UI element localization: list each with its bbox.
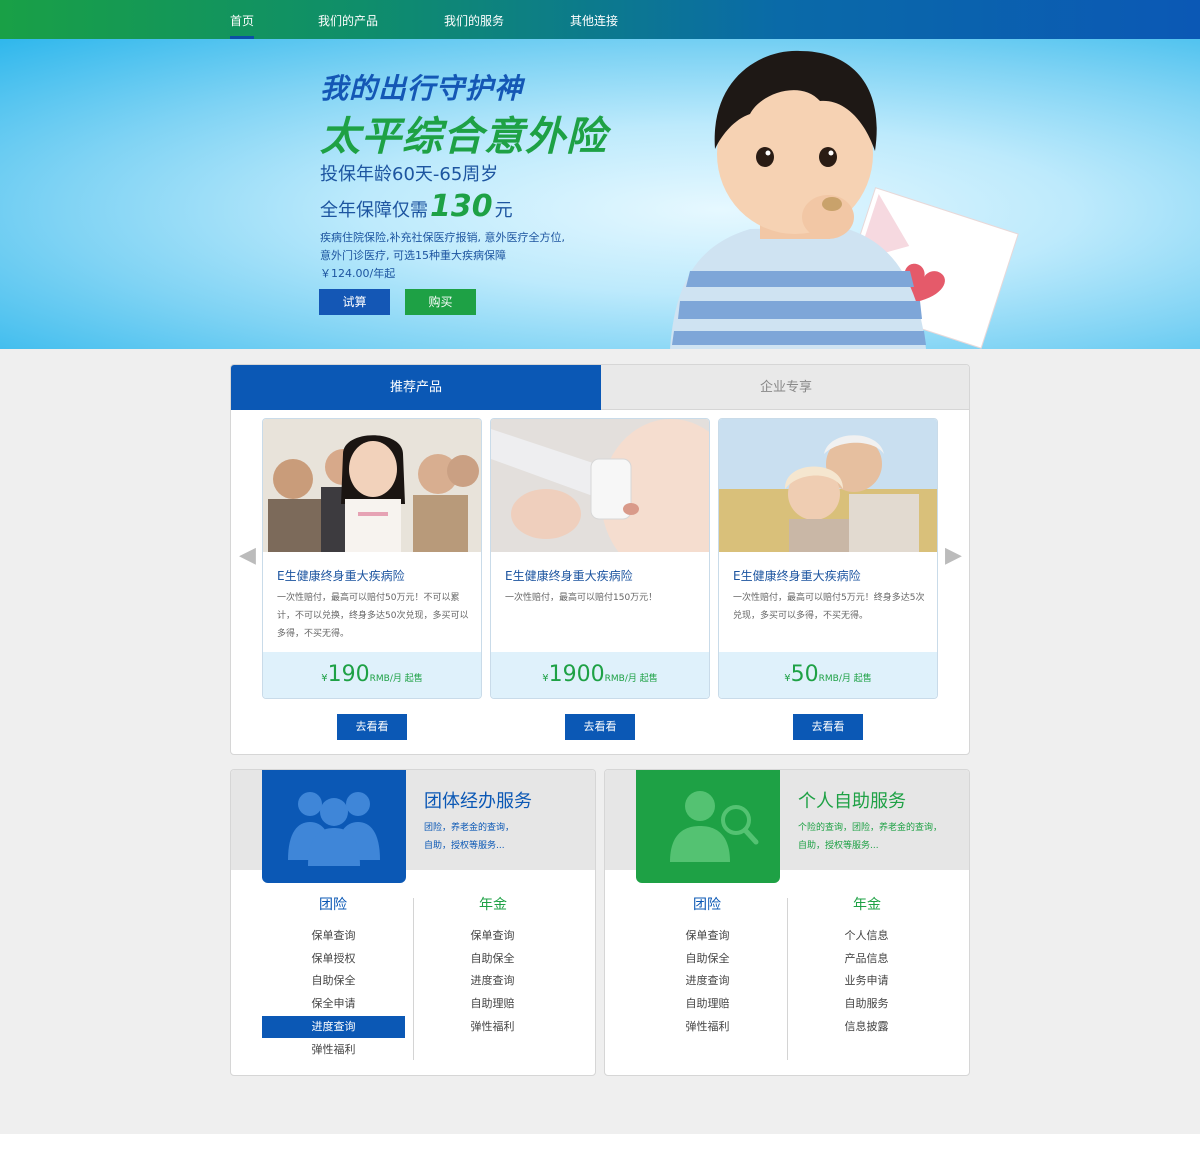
banner-start-price: ￥124.00/年起 bbox=[320, 267, 396, 280]
elderly-couple-photo bbox=[719, 419, 937, 552]
card-description: 一次性赔付，最高可以赔付150万元！ bbox=[505, 593, 658, 603]
tab-enterprise[interactable]: 企业专享 bbox=[601, 365, 969, 410]
link-product-info[interactable]: 产品信息 bbox=[795, 948, 938, 970]
nav-services[interactable]: 我们的服务 bbox=[444, 0, 504, 39]
hero-banner: 我的出行守护神 太平综合意外险 投保年龄60天-65周岁 全年保障仅需130 元 … bbox=[0, 39, 1200, 349]
buy-button[interactable]: 购买 bbox=[405, 289, 476, 315]
service-sub-line: 自助，授权等服务... bbox=[424, 841, 505, 851]
service-sub-line: 个险的查询，团险，养老金的查询， bbox=[798, 823, 943, 833]
group-service-tile[interactable] bbox=[262, 770, 406, 883]
price-unit: RMB/月 起售 bbox=[604, 674, 658, 684]
price-prefix: 全年保障仅需 bbox=[320, 200, 428, 221]
link-self-preservation[interactable]: 自助保全 bbox=[636, 948, 779, 970]
link-self-preservation[interactable]: 自助保全 bbox=[421, 948, 564, 970]
service-subtitle: 个险的查询，团险，养老金的查询， 自助，授权等服务... bbox=[798, 819, 963, 855]
service-subtitle: 团险，养老金的查询， 自助，授权等服务... bbox=[424, 819, 584, 855]
price-value: 1900 bbox=[548, 662, 605, 687]
view-product-button[interactable]: 去看看 bbox=[565, 714, 635, 740]
card-title: E生健康终身重大疾病险 bbox=[733, 569, 861, 583]
service-title: 个人自助服务 bbox=[798, 791, 906, 812]
carousel-prev-icon[interactable]: ◀ bbox=[239, 543, 256, 568]
group-service-box: 团体经办服务 团险，养老金的查询， 自助，授权等服务... 团险 年金 保单查询… bbox=[230, 769, 596, 1076]
nav-home[interactable]: 首页 bbox=[230, 0, 255, 39]
link-self-preservation[interactable]: 自助保全 bbox=[262, 970, 405, 992]
view-product-button[interactable]: 去看看 bbox=[337, 714, 407, 740]
product-card[interactable]: E生健康终身重大疾病险 一次性赔付，最高可以赔付5万元！终身多达5次兑现，多买可… bbox=[718, 418, 938, 699]
card-price: ¥1900RMB/月 起售 bbox=[491, 652, 709, 698]
group-people-icon bbox=[288, 792, 380, 866]
banner-desc-line: 意外门诊医疗, 可选15种重大疾病保障 bbox=[320, 249, 506, 262]
card-price: ¥50RMB/月 起售 bbox=[719, 652, 937, 698]
family-photo bbox=[263, 419, 481, 552]
link-flexible-benefits[interactable]: 弹性福利 bbox=[421, 1016, 564, 1038]
price-value: 190 bbox=[327, 662, 370, 687]
nav-other-links[interactable]: 其他连接 bbox=[570, 0, 618, 39]
banner-product-title: 太平综合意外险 bbox=[320, 114, 607, 160]
column-divider bbox=[413, 898, 414, 1060]
card-description: 一次性赔付，最高可以赔付5万元！终身多达5次兑现，多买可以多得，不买无得。 bbox=[733, 593, 925, 621]
price-unit: RMB/月 起售 bbox=[369, 674, 423, 684]
link-flexible-benefits[interactable]: 弹性福利 bbox=[262, 1039, 405, 1061]
link-policy-query[interactable]: 保单查询 bbox=[262, 925, 405, 947]
service-sub-line: 自助，授权等服务... bbox=[798, 841, 879, 851]
banner-price-line: 全年保障仅需130 元 bbox=[320, 189, 513, 224]
service-sub-line: 团险，养老金的查询， bbox=[424, 823, 515, 833]
price-suffix: 元 bbox=[494, 200, 513, 221]
price-value: 50 bbox=[790, 662, 819, 687]
banner-age-range: 投保年龄60天-65周岁 bbox=[320, 164, 499, 185]
card-title: E生健康终身重大疾病险 bbox=[277, 569, 405, 583]
link-preservation-apply[interactable]: 保全申请 bbox=[262, 993, 405, 1015]
footer-strip bbox=[0, 1134, 1200, 1171]
link-policy-authorize[interactable]: 保单授权 bbox=[262, 948, 405, 970]
personal-service-box: 个人自助服务 个险的查询，团险，养老金的查询， 自助，授权等服务... 团险 年… bbox=[604, 769, 970, 1076]
column-title-group-insurance: 团险 bbox=[693, 897, 721, 913]
banner-price: 130 bbox=[430, 189, 493, 224]
nav-products[interactable]: 我们的产品 bbox=[318, 0, 378, 39]
view-product-button[interactable]: 去看看 bbox=[793, 714, 863, 740]
card-price: ¥190RMB/月 起售 bbox=[263, 652, 481, 698]
link-self-service[interactable]: 自助服务 bbox=[795, 993, 938, 1015]
column-divider bbox=[787, 898, 788, 1060]
link-self-claim[interactable]: 自助理赔 bbox=[636, 993, 779, 1015]
link-progress-query[interactable]: 进度查询 bbox=[421, 970, 564, 992]
link-policy-query[interactable]: 保单查询 bbox=[421, 925, 564, 947]
link-info-disclosure[interactable]: 信息披露 bbox=[795, 1016, 938, 1038]
top-nav: 首页 我们的产品 我们的服务 其他连接 bbox=[0, 0, 1200, 39]
calculate-button[interactable]: 试算 bbox=[319, 289, 390, 315]
link-self-claim[interactable]: 自助理赔 bbox=[421, 993, 564, 1015]
carousel-next-icon[interactable]: ▶ bbox=[945, 543, 962, 568]
person-search-icon bbox=[670, 791, 759, 862]
product-card[interactable]: E生健康终身重大疾病险 一次性赔付，最高可以赔付150万元！ ¥1900RMB/… bbox=[490, 418, 710, 699]
baby-bottle-photo bbox=[491, 419, 709, 552]
product-panel: 推荐产品 企业专享 ◀ ▶ E生健康终身重大疾病险 一次性赔付，最高可以赔付50… bbox=[230, 364, 970, 755]
link-progress-query[interactable]: 进度查询 bbox=[636, 970, 779, 992]
link-progress-query[interactable]: 进度查询 bbox=[262, 1016, 405, 1038]
link-flexible-benefits[interactable]: 弹性福利 bbox=[636, 1016, 779, 1038]
column-title-annuity: 年金 bbox=[853, 897, 881, 913]
link-business-apply[interactable]: 业务申请 bbox=[795, 970, 938, 992]
column-title-group-insurance: 团险 bbox=[319, 897, 347, 913]
price-unit: RMB/月 起售 bbox=[818, 674, 872, 684]
link-policy-query[interactable]: 保单查询 bbox=[636, 925, 779, 947]
banner-slogan: 我的出行守护神 bbox=[320, 72, 524, 105]
banner-desc-line: 疾病住院保险,补充社保医疗报销, 意外医疗全方位, bbox=[320, 231, 565, 244]
banner-description: 疾病住院保险,补充社保医疗报销, 意外医疗全方位, 意外门诊医疗, 可选15种重… bbox=[320, 229, 565, 283]
personal-service-tile[interactable] bbox=[636, 770, 780, 883]
column-title-annuity: 年金 bbox=[479, 897, 507, 913]
child-photo bbox=[670, 50, 1019, 349]
link-personal-info[interactable]: 个人信息 bbox=[795, 925, 938, 947]
card-description: 一次性赔付，最高可以赔付50万元！不可以累计，不可以兑换，终身多达50次兑现，多… bbox=[277, 593, 469, 639]
product-card[interactable]: E生健康终身重大疾病险 一次性赔付，最高可以赔付50万元！不可以累计，不可以兑换… bbox=[262, 418, 482, 699]
card-title: E生健康终身重大疾病险 bbox=[505, 569, 633, 583]
service-title: 团体经办服务 bbox=[424, 791, 532, 812]
tab-recommended[interactable]: 推荐产品 bbox=[231, 365, 601, 410]
